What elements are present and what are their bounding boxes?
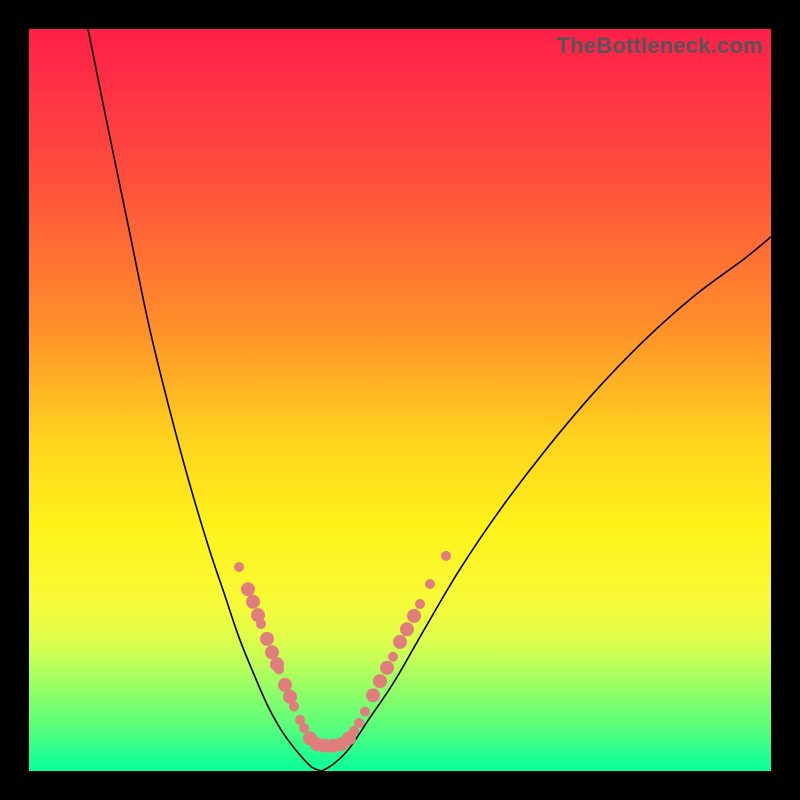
data-marker — [400, 622, 414, 636]
data-marker — [380, 661, 394, 675]
data-marker — [289, 701, 299, 711]
data-marker — [425, 579, 435, 589]
data-marker — [415, 599, 425, 609]
data-marker — [246, 595, 260, 609]
data-marker — [373, 674, 387, 688]
data-marker — [393, 635, 407, 649]
data-marker — [354, 718, 364, 728]
markers-group — [234, 551, 451, 753]
data-marker — [366, 688, 380, 702]
left-curve — [88, 29, 322, 771]
right-curve — [322, 237, 771, 771]
data-marker — [241, 582, 255, 596]
data-marker — [234, 562, 244, 572]
data-marker — [299, 723, 309, 733]
data-marker — [260, 632, 274, 646]
chart-svg — [29, 29, 771, 771]
data-marker — [274, 664, 284, 674]
data-marker — [360, 707, 370, 717]
data-marker — [256, 619, 266, 629]
data-marker — [388, 652, 398, 662]
data-marker — [441, 551, 451, 561]
data-marker — [407, 609, 421, 623]
